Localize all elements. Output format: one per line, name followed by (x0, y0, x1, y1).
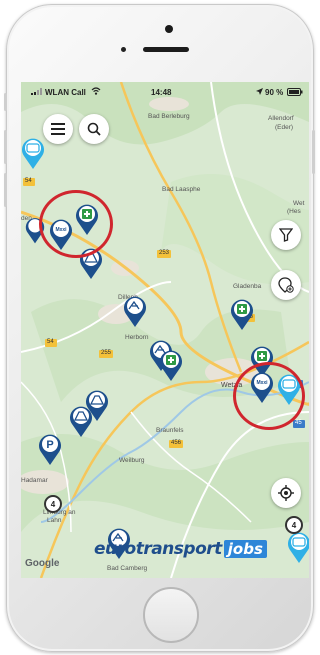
camper-van-pin[interactable] (287, 530, 309, 564)
road-label: 54 (47, 339, 54, 345)
road-label: 456 (171, 440, 182, 446)
location-arrow-icon (256, 88, 263, 97)
front-camera (165, 25, 173, 33)
wifi-icon (91, 87, 101, 97)
signal-icon (31, 88, 45, 97)
home-button[interactable] (143, 587, 199, 643)
pin-label: P (46, 439, 53, 451)
crosshair-icon (278, 485, 294, 501)
menu-button[interactable] (43, 114, 73, 144)
hamburger-icon (51, 123, 65, 135)
sensor (121, 47, 126, 52)
place-label: Gladenba (233, 283, 262, 290)
camper-van-pin[interactable] (21, 136, 45, 170)
cluster-count[interactable]: 4 (285, 516, 303, 534)
road-label: 253 (159, 250, 170, 256)
road-label: 255 (101, 350, 112, 356)
place-label: Bad Berleburg (148, 113, 190, 120)
place-label: Bad Camberg (107, 565, 148, 572)
clock: 14:48 (151, 88, 172, 97)
battery-icon (287, 88, 303, 98)
truck-wash-pin[interactable] (123, 294, 147, 328)
place-label: Bad Laasphe (162, 186, 201, 193)
volume-up-button (4, 130, 7, 164)
place-label: (Eder) (275, 124, 294, 131)
place-label: Weilburg (119, 457, 145, 464)
power-button (312, 130, 315, 174)
eurotransport-jobs-logo: eurotransport jobs (94, 536, 267, 562)
place-label: Braunfels (156, 427, 184, 434)
mute-switch (4, 93, 7, 111)
road-label: 54 (25, 178, 32, 184)
status-bar: WLAN Call 14:48 90 % (21, 82, 309, 102)
fuel-station-pin[interactable] (69, 404, 93, 438)
search-icon (87, 122, 101, 136)
brand-jobs: jobs (223, 540, 267, 558)
place-label: Lahn (47, 517, 62, 524)
road-label: 45 (295, 420, 302, 426)
filter-icon (279, 228, 293, 242)
place-label: Allendorf (268, 115, 294, 122)
add-location-icon (278, 277, 294, 293)
parking-pin[interactable]: P (38, 432, 62, 466)
truck-stop-pin[interactable] (159, 348, 183, 382)
volume-down-button (4, 173, 7, 207)
filter-button[interactable] (271, 220, 301, 250)
map-canvas[interactable] (21, 82, 309, 578)
cluster-count[interactable]: 4 (44, 495, 62, 513)
my-location-button[interactable] (271, 478, 301, 508)
battery-percent: 90 % (265, 88, 284, 97)
highlight-circle (39, 190, 113, 258)
place-label: Herborn (125, 334, 149, 341)
search-button[interactable] (79, 114, 109, 144)
place-label: Wet (293, 200, 305, 207)
app-screen: 253 255 54 54 255 456 457 45 Bad Berlebu… (21, 82, 309, 578)
google-logo: Google (25, 558, 60, 569)
place-label: (Hes (287, 208, 301, 215)
highlight-circle (233, 362, 305, 430)
place-label: Hadamar (21, 477, 48, 484)
add-location-button[interactable] (271, 270, 301, 300)
earpiece-speaker (143, 47, 189, 52)
carrier-label: WLAN Call (45, 88, 86, 97)
brand-euro: eurotransport (94, 539, 222, 559)
truck-stop-pin[interactable] (230, 297, 254, 331)
